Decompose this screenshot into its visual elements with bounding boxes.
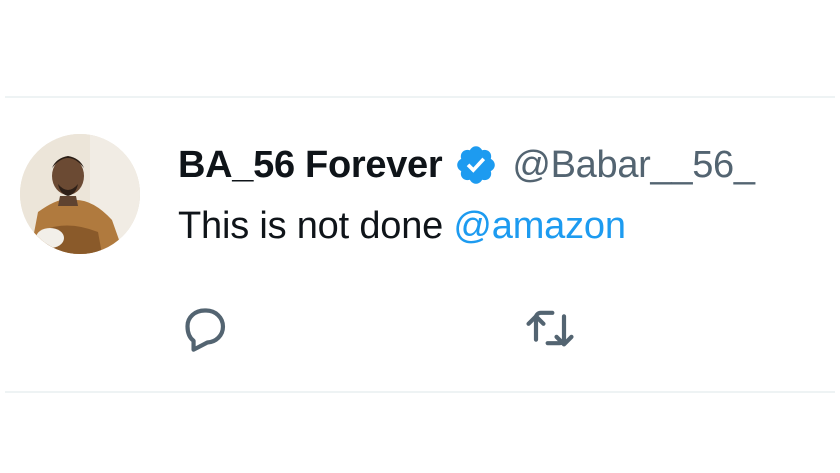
reply-button[interactable] [177,300,233,356]
tweet-text-body: This is not done [178,205,454,247]
bottom-divider [5,391,835,393]
retweet-button[interactable] [522,300,578,356]
handle-fade [820,141,840,189]
mention-link[interactable]: @amazon [453,205,626,247]
avatar[interactable] [20,134,140,254]
tweet-card: BA_56 Forever @Babar__56_ This is not do… [0,0,840,473]
avatar-photo [20,134,140,254]
user-handle[interactable]: @Babar__56_ [512,144,755,187]
top-divider [5,96,835,98]
verified-badge-icon [454,143,498,187]
reply-icon [185,308,226,352]
tweet-text: This is not done @amazon [178,205,626,248]
retweet-icon [526,310,574,347]
display-name[interactable]: BA_56 Forever [178,144,443,187]
tweet-header: BA_56 Forever @Babar__56_ [178,141,755,189]
